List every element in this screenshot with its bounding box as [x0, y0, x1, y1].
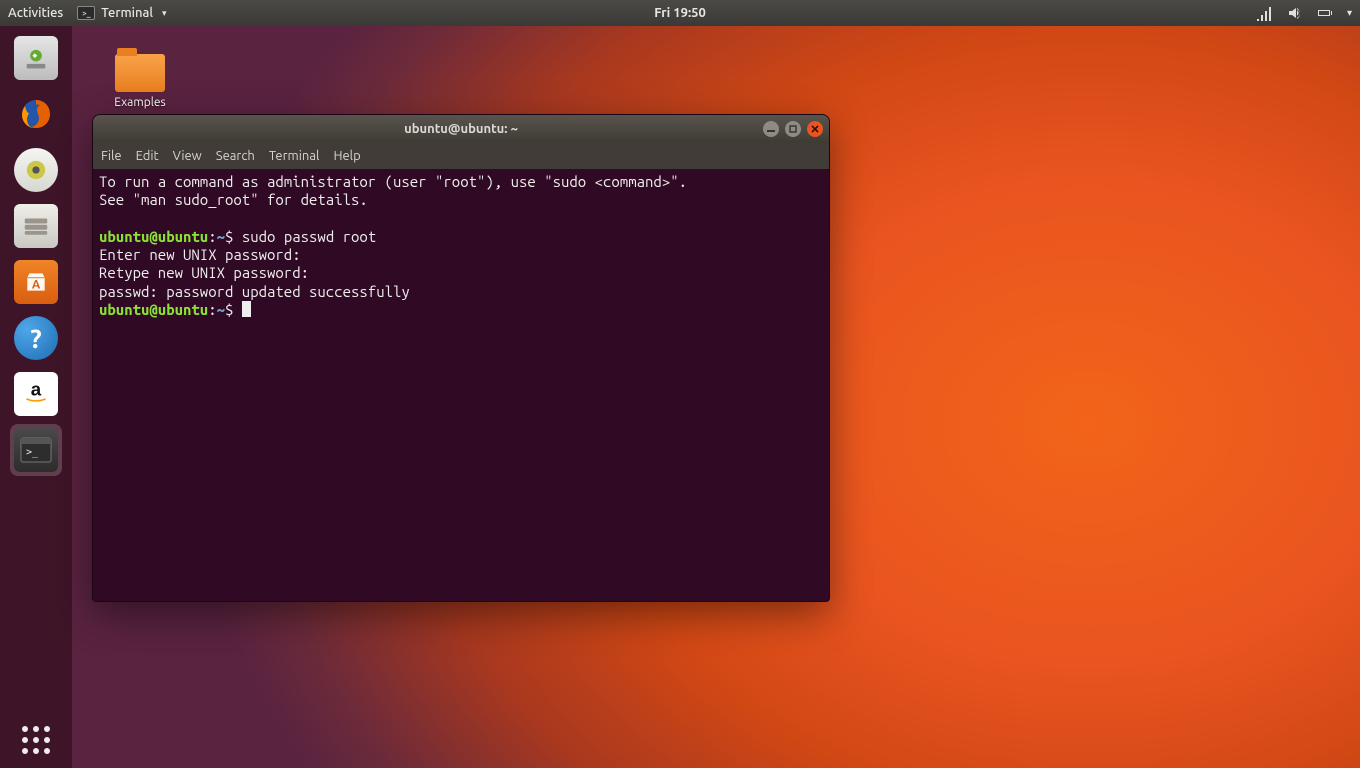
dock-item-files[interactable]	[10, 200, 62, 252]
music-icon	[14, 148, 58, 192]
network-icon[interactable]	[1257, 5, 1273, 21]
show-applications-button[interactable]	[22, 726, 50, 754]
dock-item-help[interactable]: ?	[10, 312, 62, 364]
term-line: Enter new UNIX password:	[99, 246, 309, 263]
help-icon: ?	[14, 316, 58, 360]
prompt-path: ~	[217, 301, 225, 318]
window-maximize-button[interactable]	[785, 121, 801, 137]
term-line: See "man sudo_root" for details.	[99, 191, 368, 208]
window-close-button[interactable]	[807, 121, 823, 137]
svg-text:A: A	[32, 279, 41, 292]
app-menu[interactable]: >_ Terminal ▾	[77, 6, 166, 20]
dock-item-rhythmbox[interactable]	[10, 144, 62, 196]
files-icon	[14, 204, 58, 248]
prompt-user: ubuntu@ubuntu	[99, 228, 208, 245]
amazon-icon: a	[14, 372, 58, 416]
window-title: ubuntu@ubuntu: ~	[404, 122, 518, 136]
battery-icon[interactable]	[1317, 5, 1333, 21]
dock-item-amazon[interactable]: a	[10, 368, 62, 420]
terminal-cursor	[242, 301, 251, 317]
terminal-menubar: File Edit View Search Terminal Help	[93, 143, 829, 169]
desktop-icon-label: Examples	[104, 96, 176, 109]
svg-text:a: a	[31, 379, 42, 400]
menu-file[interactable]: File	[101, 149, 122, 163]
software-icon: A	[14, 260, 58, 304]
menu-edit[interactable]: Edit	[136, 149, 159, 163]
term-line: Retype new UNIX password:	[99, 264, 317, 281]
volume-icon[interactable]	[1287, 5, 1303, 21]
term-line: To run a command as administrator (user …	[99, 173, 687, 190]
menu-view[interactable]: View	[173, 149, 202, 163]
window-minimize-button[interactable]	[763, 121, 779, 137]
folder-icon	[115, 54, 165, 92]
menu-help[interactable]: Help	[333, 149, 360, 163]
desktop-icon-examples[interactable]: Examples	[104, 54, 176, 109]
terminal-body[interactable]: To run a command as administrator (user …	[93, 169, 829, 601]
svg-text:>_: >_	[26, 447, 39, 458]
term-line: passwd: password updated successfully	[99, 283, 410, 300]
dock-item-terminal[interactable]: >_	[10, 424, 62, 476]
dock-item-software[interactable]: A	[10, 256, 62, 308]
firefox-icon	[14, 92, 58, 136]
system-menu-chevron-icon[interactable]: ▾	[1347, 7, 1352, 19]
prompt-user: ubuntu@ubuntu	[99, 301, 208, 318]
menu-search[interactable]: Search	[216, 149, 255, 163]
dock-item-firefox[interactable]	[10, 88, 62, 140]
activities-button[interactable]: Activities	[8, 6, 63, 20]
prompt-path: ~	[217, 228, 225, 245]
chevron-down-icon: ▾	[162, 8, 167, 19]
dock-item-ubiquity[interactable]	[10, 32, 62, 84]
clock[interactable]: Fri 19:50	[654, 6, 706, 20]
term-command: sudo passwd root	[242, 228, 376, 245]
dock: A ? a >_	[0, 26, 72, 768]
install-icon	[14, 36, 58, 80]
dock-terminal-icon: >_	[14, 428, 58, 472]
terminal-window[interactable]: ubuntu@ubuntu: ~ File Edit View Search T…	[92, 114, 830, 602]
menu-terminal[interactable]: Terminal	[269, 149, 320, 163]
app-menu-label: Terminal	[101, 6, 153, 20]
top-panel: Activities >_ Terminal ▾ Fri 19:50 ▾	[0, 0, 1360, 26]
window-titlebar[interactable]: ubuntu@ubuntu: ~	[93, 115, 829, 143]
terminal-app-icon: >_	[77, 6, 95, 20]
